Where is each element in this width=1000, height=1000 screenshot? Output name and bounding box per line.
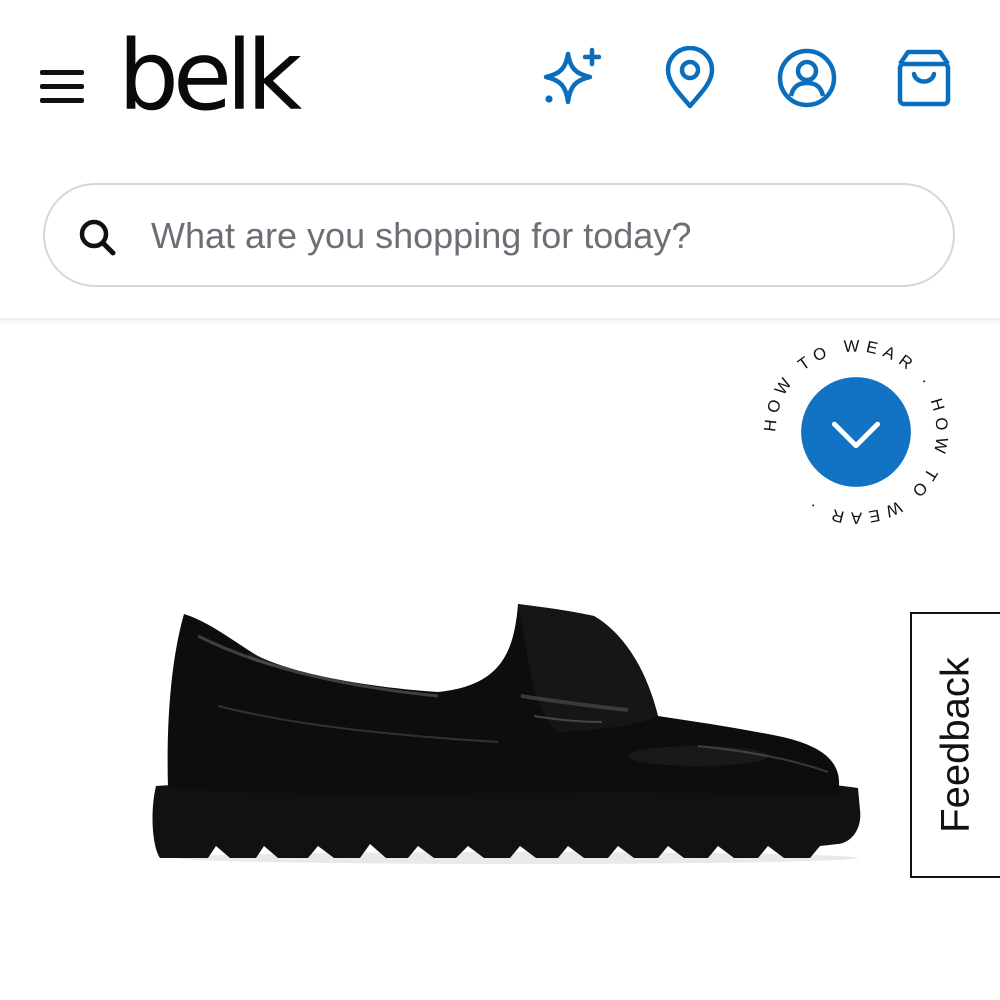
hamburger-menu-icon[interactable]: [38, 66, 88, 106]
feedback-tab[interactable]: Feedback: [910, 612, 1000, 878]
sparkle-icon[interactable]: [540, 46, 604, 110]
site-header: belk: [0, 0, 1000, 160]
product-image[interactable]: [138, 596, 866, 866]
feedback-label: Feedback: [933, 657, 978, 833]
search-icon: [79, 219, 116, 256]
header-divider: [0, 318, 1000, 326]
search-bar[interactable]: [43, 183, 955, 287]
location-pin-icon[interactable]: [658, 46, 722, 110]
account-icon[interactable]: [775, 46, 839, 110]
shopping-bag-icon[interactable]: [892, 46, 956, 110]
search-input[interactable]: [149, 205, 913, 267]
how-to-wear-circle: [801, 377, 911, 487]
belk-logo[interactable]: belk: [118, 28, 302, 124]
how-to-wear-button[interactable]: HOW TO WEAR · HOW TO WEAR ·: [758, 334, 954, 530]
